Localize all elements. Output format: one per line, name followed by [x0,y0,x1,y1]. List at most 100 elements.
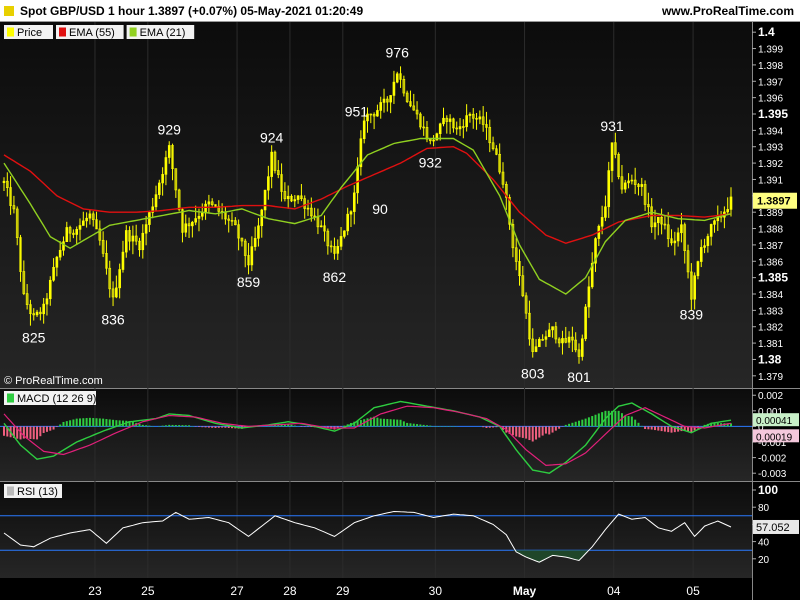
swing-annotation: 951 [345,103,369,119]
price-candle-body [604,206,607,218]
price-candle-body [286,195,290,200]
chart-title: Spot GBP/USD 1 hour 1.3897 (+0.07%) 05-M… [4,4,363,18]
swing-annotation: 839 [680,307,704,323]
rsi-legend-label: RSI (13) [17,486,58,498]
price-candle-body [45,298,49,305]
price-candle-body [395,73,399,83]
chart-canvas[interactable]: 1.4 1.399 1.398 1.397 1.396 1.395 1.394 1.393 1.… [0,22,800,600]
legend-swatch [7,27,14,37]
price-candle-body [293,199,297,202]
price-candle-body [468,113,472,116]
last-price-label: 1.3897 [757,196,791,208]
swing-annotation: 929 [158,121,182,137]
price-candle-body [478,116,482,120]
instrument-icon [4,6,14,16]
price-candle-body [121,251,125,270]
site-link[interactable]: www.ProRealTime.com [662,4,794,18]
price-tick-label: 1.385 [758,271,788,285]
price-candle-body [673,240,677,244]
price-candle-body [680,224,683,234]
price-candle-body [167,145,171,158]
price-candle-body [85,217,88,222]
x-tick-label: 29 [336,584,350,598]
price-candle-body [713,220,716,225]
price-candle-body [35,311,39,316]
price-tick-label: 1.4 [758,25,775,39]
price-tick-label: 1.395 [758,107,788,121]
rsi-tick-label: 20 [758,555,770,566]
price-candle-body [709,224,713,237]
price-candle-body [319,225,323,228]
price-candle-body [65,227,69,243]
price-candle-body [458,126,462,130]
price-candle-body [346,213,349,232]
price-tick-label: 1.387 [758,241,783,252]
price-candle-body [627,180,630,184]
x-tick-label: 28 [283,584,297,598]
legend-label: Price [17,27,42,39]
price-candle-body [600,217,604,227]
price-candle-body [197,215,201,219]
price-tick-label: 1.393 [758,143,783,154]
macd-tick-label: -0.003 [758,469,787,480]
price-candle-body [204,203,207,214]
price-tick-label: 1.386 [758,257,783,268]
macd-tick-label: 0.002 [758,391,783,402]
legend-swatch [129,27,137,37]
price-candle-body [253,238,257,247]
price-candle-body [184,223,188,233]
x-tick-label: 23 [88,584,102,598]
price-candle-body [534,346,538,352]
swing-annotation: 931 [600,118,624,134]
price-candle-body [676,232,680,242]
price-candle-body [124,230,128,253]
price-candle-body [296,195,300,200]
price-candle-body [141,232,145,251]
rsi-legend-swatch [7,486,14,496]
legend-label: EMA (21) [140,27,186,39]
price-candle-body [630,179,634,182]
price-candle-body [154,194,158,208]
price-candle-body [115,287,118,298]
rsi-tick-label: 80 [758,503,770,514]
price-candle-body [88,213,92,219]
price-candle-body [567,336,571,343]
price-tick-label: 1.394 [758,126,783,137]
macd-legend-label: MACD (12 26 9) [17,393,96,405]
swing-annotation: 924 [260,130,284,146]
watermark: © ProRealTime.com [4,375,103,387]
legend-label: EMA (55) [69,27,115,39]
price-candle-body [653,222,657,228]
price-candle-body [263,189,267,211]
rsi-panel [0,482,752,578]
price-tick-label: 1.384 [758,290,783,301]
x-tick-label: 05 [686,584,700,598]
swing-annotation: 836 [101,312,125,328]
price-candle-body [352,192,356,212]
swing-annotation: 801 [567,369,591,385]
price-candle-body [610,142,614,171]
price-candle-body [389,95,392,103]
price-candle-body [726,209,729,213]
price-candle-body [267,176,270,191]
price-candle-body [339,236,343,247]
x-tick-label: 27 [230,584,244,598]
price-candle-body [465,115,468,128]
price-candle-body [382,98,386,103]
price-candle-body [48,279,52,300]
price-candle-body [257,225,260,239]
price-tick-label: 1.383 [758,306,783,317]
price-candle-body [42,303,45,315]
price-tick-label: 1.379 [758,372,783,383]
rsi-tick-label: 40 [758,538,770,549]
macd-tick-label: -0.002 [758,454,787,465]
swing-annotation: 90 [372,201,388,217]
price-candle-body [270,151,273,177]
price-candle-body [561,338,564,344]
swing-annotation: 859 [237,274,261,290]
price-candle-body [200,212,204,217]
price-candle-body [144,224,148,234]
price-tick-label: 1.398 [758,61,783,72]
price-candle-body [55,256,59,268]
price-candle-body [442,117,445,125]
